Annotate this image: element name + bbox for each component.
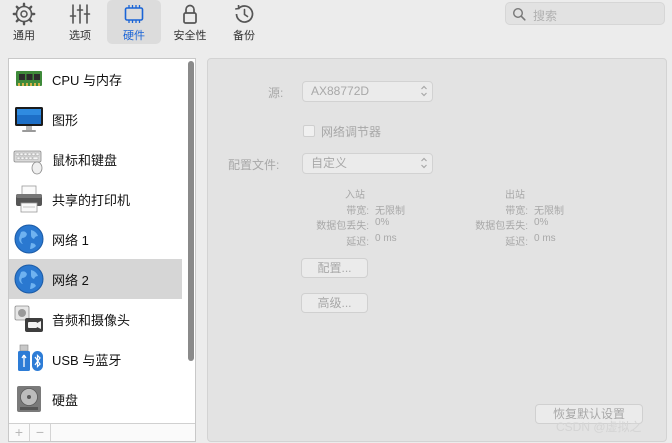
network-globe-icon: [14, 224, 44, 254]
toolbar-options-label: 选项: [69, 30, 91, 42]
speaker-camera-icon: [14, 305, 43, 332]
usb-bluetooth-icon: [18, 344, 43, 371]
sidebar-item-label: CPU 与内存: [52, 72, 123, 88]
monitor-icon: [15, 107, 43, 132]
search-placeholder: 搜索: [533, 9, 558, 23]
profile-label: 配置文件:: [228, 158, 280, 172]
sidebar-item-mouse-keyboard[interactable]: 鼠标和键盘: [9, 139, 182, 179]
hardware-list: CPU 与内存 图形 鼠标和键盘 共享的打印机 网络 1 网络 2 音频和摄像头…: [9, 59, 195, 423]
hard-disk-icon: [17, 386, 41, 412]
hardware-sidebar: CPU 与内存 图形 鼠标和键盘 共享的打印机 网络 1 网络 2 音频和摄像头…: [8, 58, 196, 442]
outbound-bandwidth-label: 带宽:: [505, 206, 528, 217]
chevron-updown-icon: [421, 85, 427, 97]
sliders-icon: [69, 4, 91, 24]
outbound-header: 出站: [505, 190, 525, 201]
keyboard-mouse-icon: [13, 150, 43, 175]
gear-icon: [12, 2, 36, 26]
remove-device-button[interactable]: −: [30, 424, 51, 441]
outbound-loss-label: 数据包丢失:: [475, 221, 528, 232]
configure-button[interactable]: 配置...: [301, 258, 368, 278]
inbound-loss-value: 0%: [375, 217, 390, 228]
outbound-bandwidth-value: 无限制: [534, 206, 564, 217]
source-value: AX88772D: [311, 84, 370, 98]
sidebar-footer: + −: [9, 423, 195, 441]
toolbar-general-label: 通用: [13, 30, 35, 42]
search-icon: [512, 7, 526, 21]
source-select[interactable]: AX88772D: [302, 81, 433, 102]
network-settings-panel: 源: AX88772D 网络调节器 配置文件: 自定义 入站 带宽: 无限制 数…: [207, 58, 667, 442]
toolbar-hardware-label: 硬件: [123, 30, 145, 42]
inbound-bandwidth-value: 无限制: [375, 206, 405, 217]
sidebar-item-label: 硬盘: [52, 392, 79, 408]
sidebar-item-label: 鼠标和键盘: [52, 152, 118, 168]
inbound-delay-value: 0 ms: [375, 233, 397, 244]
toolbar-general[interactable]: 通用: [0, 0, 48, 44]
sidebar-item-cpu-memory[interactable]: CPU 与内存: [9, 59, 182, 99]
sidebar-item-label: 共享的打印机: [52, 192, 131, 208]
toolbar-backup[interactable]: 备份: [220, 0, 268, 44]
preferences-toolbar: 通用 选项 硬件 安全性 备份 搜索: [0, 0, 672, 46]
sidebar-item-audio-camera[interactable]: 音频和摄像头: [9, 299, 182, 339]
watermark: CSDN @虚拟之: [556, 420, 642, 434]
sidebar-item-label: USB 与蓝牙: [52, 352, 122, 368]
chevron-updown-icon: [421, 157, 427, 169]
profile-select[interactable]: 自定义: [302, 153, 433, 174]
inbound-loss-label: 数据包丢失:: [316, 221, 369, 232]
network-globe-icon: [14, 264, 44, 294]
sidebar-item-network-1[interactable]: 网络 1: [9, 219, 182, 259]
hardware-icon: [124, 5, 144, 23]
printer-icon: [16, 185, 42, 213]
network-conditioner-checkbox[interactable]: [303, 125, 315, 137]
sidebar-item-graphics[interactable]: 图形: [9, 99, 182, 139]
profile-value: 自定义: [311, 156, 348, 170]
advanced-button[interactable]: 高级...: [301, 293, 368, 313]
sidebar-item-shared-printer[interactable]: 共享的打印机: [9, 179, 182, 219]
outbound-delay-label: 延迟:: [505, 237, 528, 248]
sidebar-item-usb-bluetooth[interactable]: USB 与蓝牙: [9, 339, 182, 379]
toolbar-security-label: 安全性: [173, 30, 207, 42]
toolbar-backup-label: 备份: [233, 30, 255, 42]
sidebar-item-label: 网络 2: [52, 272, 89, 288]
inbound-bandwidth-label: 带宽:: [346, 206, 369, 217]
network-conditioner-label: 网络调节器: [321, 125, 382, 139]
lock-icon: [183, 4, 197, 24]
sidebar-item-label: 图形: [52, 112, 79, 128]
memory-chip-icon: [16, 71, 42, 86]
sidebar-item-label: 音频和摄像头: [52, 312, 131, 328]
outbound-loss-value: 0%: [534, 217, 549, 228]
toolbar-options[interactable]: 选项: [56, 0, 104, 44]
source-label: 源:: [268, 86, 284, 100]
outbound-delay-value: 0 ms: [534, 233, 556, 244]
sidebar-scrollbar[interactable]: [188, 61, 194, 361]
sidebar-item-hard-disk[interactable]: 硬盘: [9, 379, 182, 419]
inbound-delay-label: 延迟:: [346, 237, 369, 248]
sidebar-item-label: 网络 1: [52, 232, 89, 248]
clock-icon: [235, 4, 254, 23]
search-field[interactable]: 搜索: [505, 2, 665, 25]
toolbar-hardware[interactable]: 硬件: [107, 0, 161, 44]
sidebar-item-network-2[interactable]: 网络 2: [9, 259, 182, 299]
toolbar-security[interactable]: 安全性: [164, 0, 216, 44]
inbound-header: 入站: [345, 190, 365, 201]
add-device-button[interactable]: +: [9, 424, 30, 441]
